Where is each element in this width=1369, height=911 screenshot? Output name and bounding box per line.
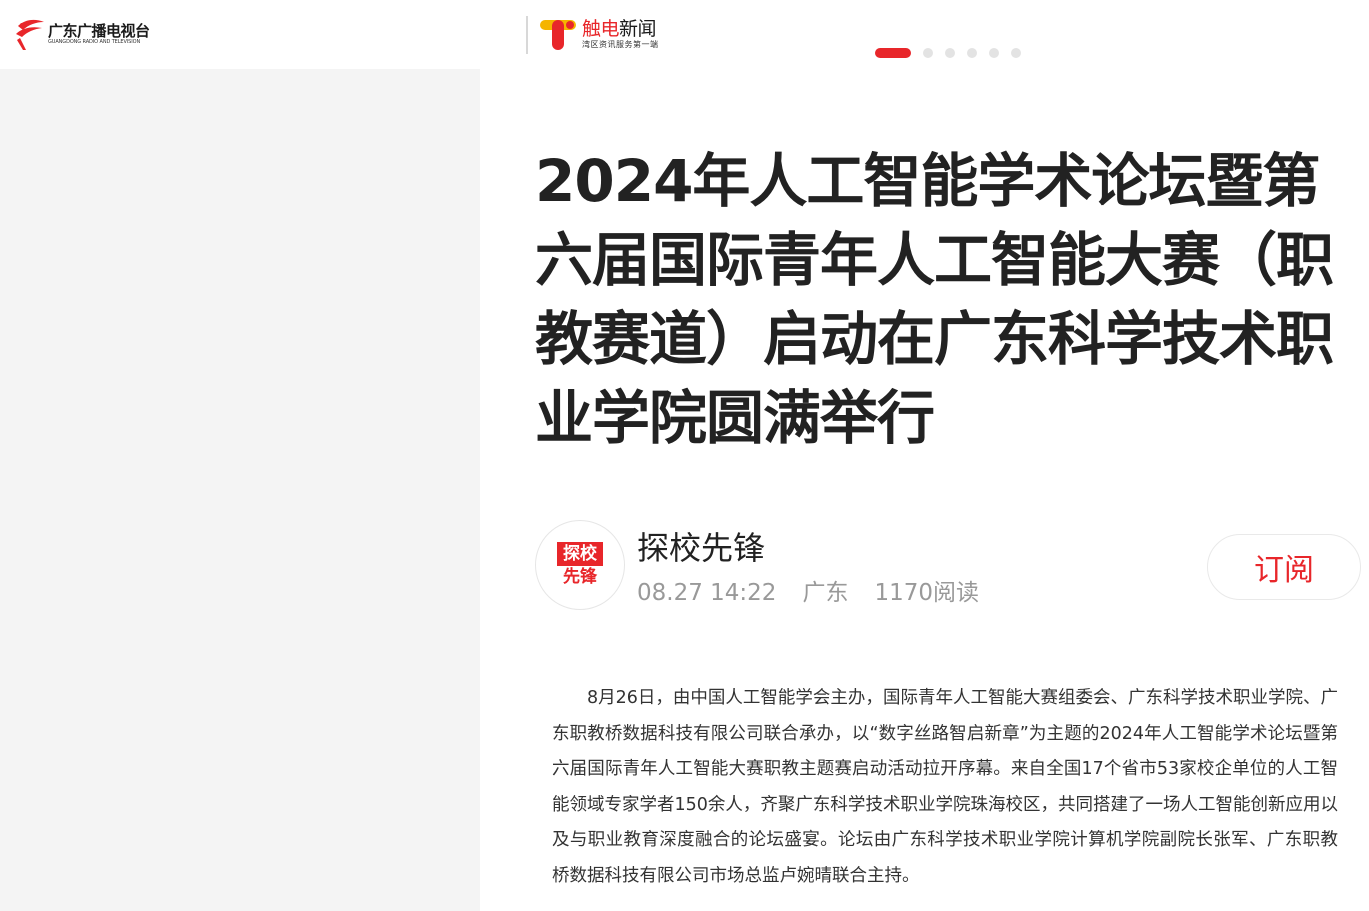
gdtv-logo-text: 广东广播电视台 GUANGDONG RADIO AND TELEVISION: [48, 23, 150, 46]
avatar-line1: 探校: [557, 542, 603, 566]
article-body-paragraph: 8月26日，由中国人工智能学会主办，国际青年人工智能大赛组委会、广东科学技术职业…: [552, 688, 1338, 886]
left-header: 广东广播电视台 GUANGDONG RADIO AND TELEVISION: [0, 0, 480, 69]
chudian-logo-subtitle: 湾区资讯服务第一端: [582, 40, 659, 49]
chudian-logo[interactable]: 触电新闻 湾区资讯服务第一端: [538, 14, 659, 54]
carousel-dot-5[interactable]: [989, 48, 999, 58]
author-avatar[interactable]: 探校 先锋: [535, 520, 625, 610]
publish-location: 广东: [802, 580, 849, 606]
chudian-logo-text: 触电新闻 湾区资讯服务第一端: [582, 18, 659, 50]
gdtv-logo[interactable]: 广东广播电视台 GUANGDONG RADIO AND TELEVISION: [14, 14, 164, 54]
gdtv-logo-icon: [16, 19, 44, 50]
author-name[interactable]: 探校先锋: [637, 528, 765, 568]
carousel-dot-2[interactable]: [923, 48, 933, 58]
header-divider: [526, 16, 528, 54]
author-meta: 08.27 14:22 广东 1170阅读: [637, 578, 979, 608]
carousel-dot-3[interactable]: [945, 48, 955, 58]
publish-date: 08.27 14:22: [637, 580, 777, 606]
chudian-logo-icon: [540, 20, 576, 50]
carousel-dot-6[interactable]: [1011, 48, 1021, 58]
chudian-title-red: 触电: [582, 18, 620, 40]
article-title: 2024年人工智能学术论坛暨第六届国际青年人工智能大赛（职教赛道）启动在广东科学…: [535, 147, 1334, 452]
chudian-logo-title: 触电新闻: [582, 18, 659, 40]
gdtv-logo-en: GUANGDONG RADIO AND TELEVISION: [48, 38, 141, 45]
subscribe-button[interactable]: 订阅: [1207, 534, 1361, 600]
carousel-dot-4[interactable]: [967, 48, 977, 58]
gdtv-logo-cn: 广东广播电视台: [48, 21, 150, 40]
left-pane: 广东广播电视台 GUANGDONG RADIO AND TELEVISION: [0, 0, 480, 911]
author-row: 探校 先锋 探校先锋 08.27 14:22 广东 1170阅读 订阅: [535, 520, 1365, 612]
carousel-dots: [875, 48, 1033, 58]
article-pane: 触电新闻 湾区资讯服务第一端 2024年人工智能学术论坛暨第六届国际青年人工智能…: [480, 0, 1369, 911]
avatar-line2: 先锋: [563, 567, 597, 587]
read-count: 1170阅读: [874, 580, 979, 606]
chudian-title-black: 新闻: [619, 18, 657, 40]
carousel-dot-1[interactable]: [875, 48, 911, 58]
left-blank-panel: [0, 69, 480, 911]
